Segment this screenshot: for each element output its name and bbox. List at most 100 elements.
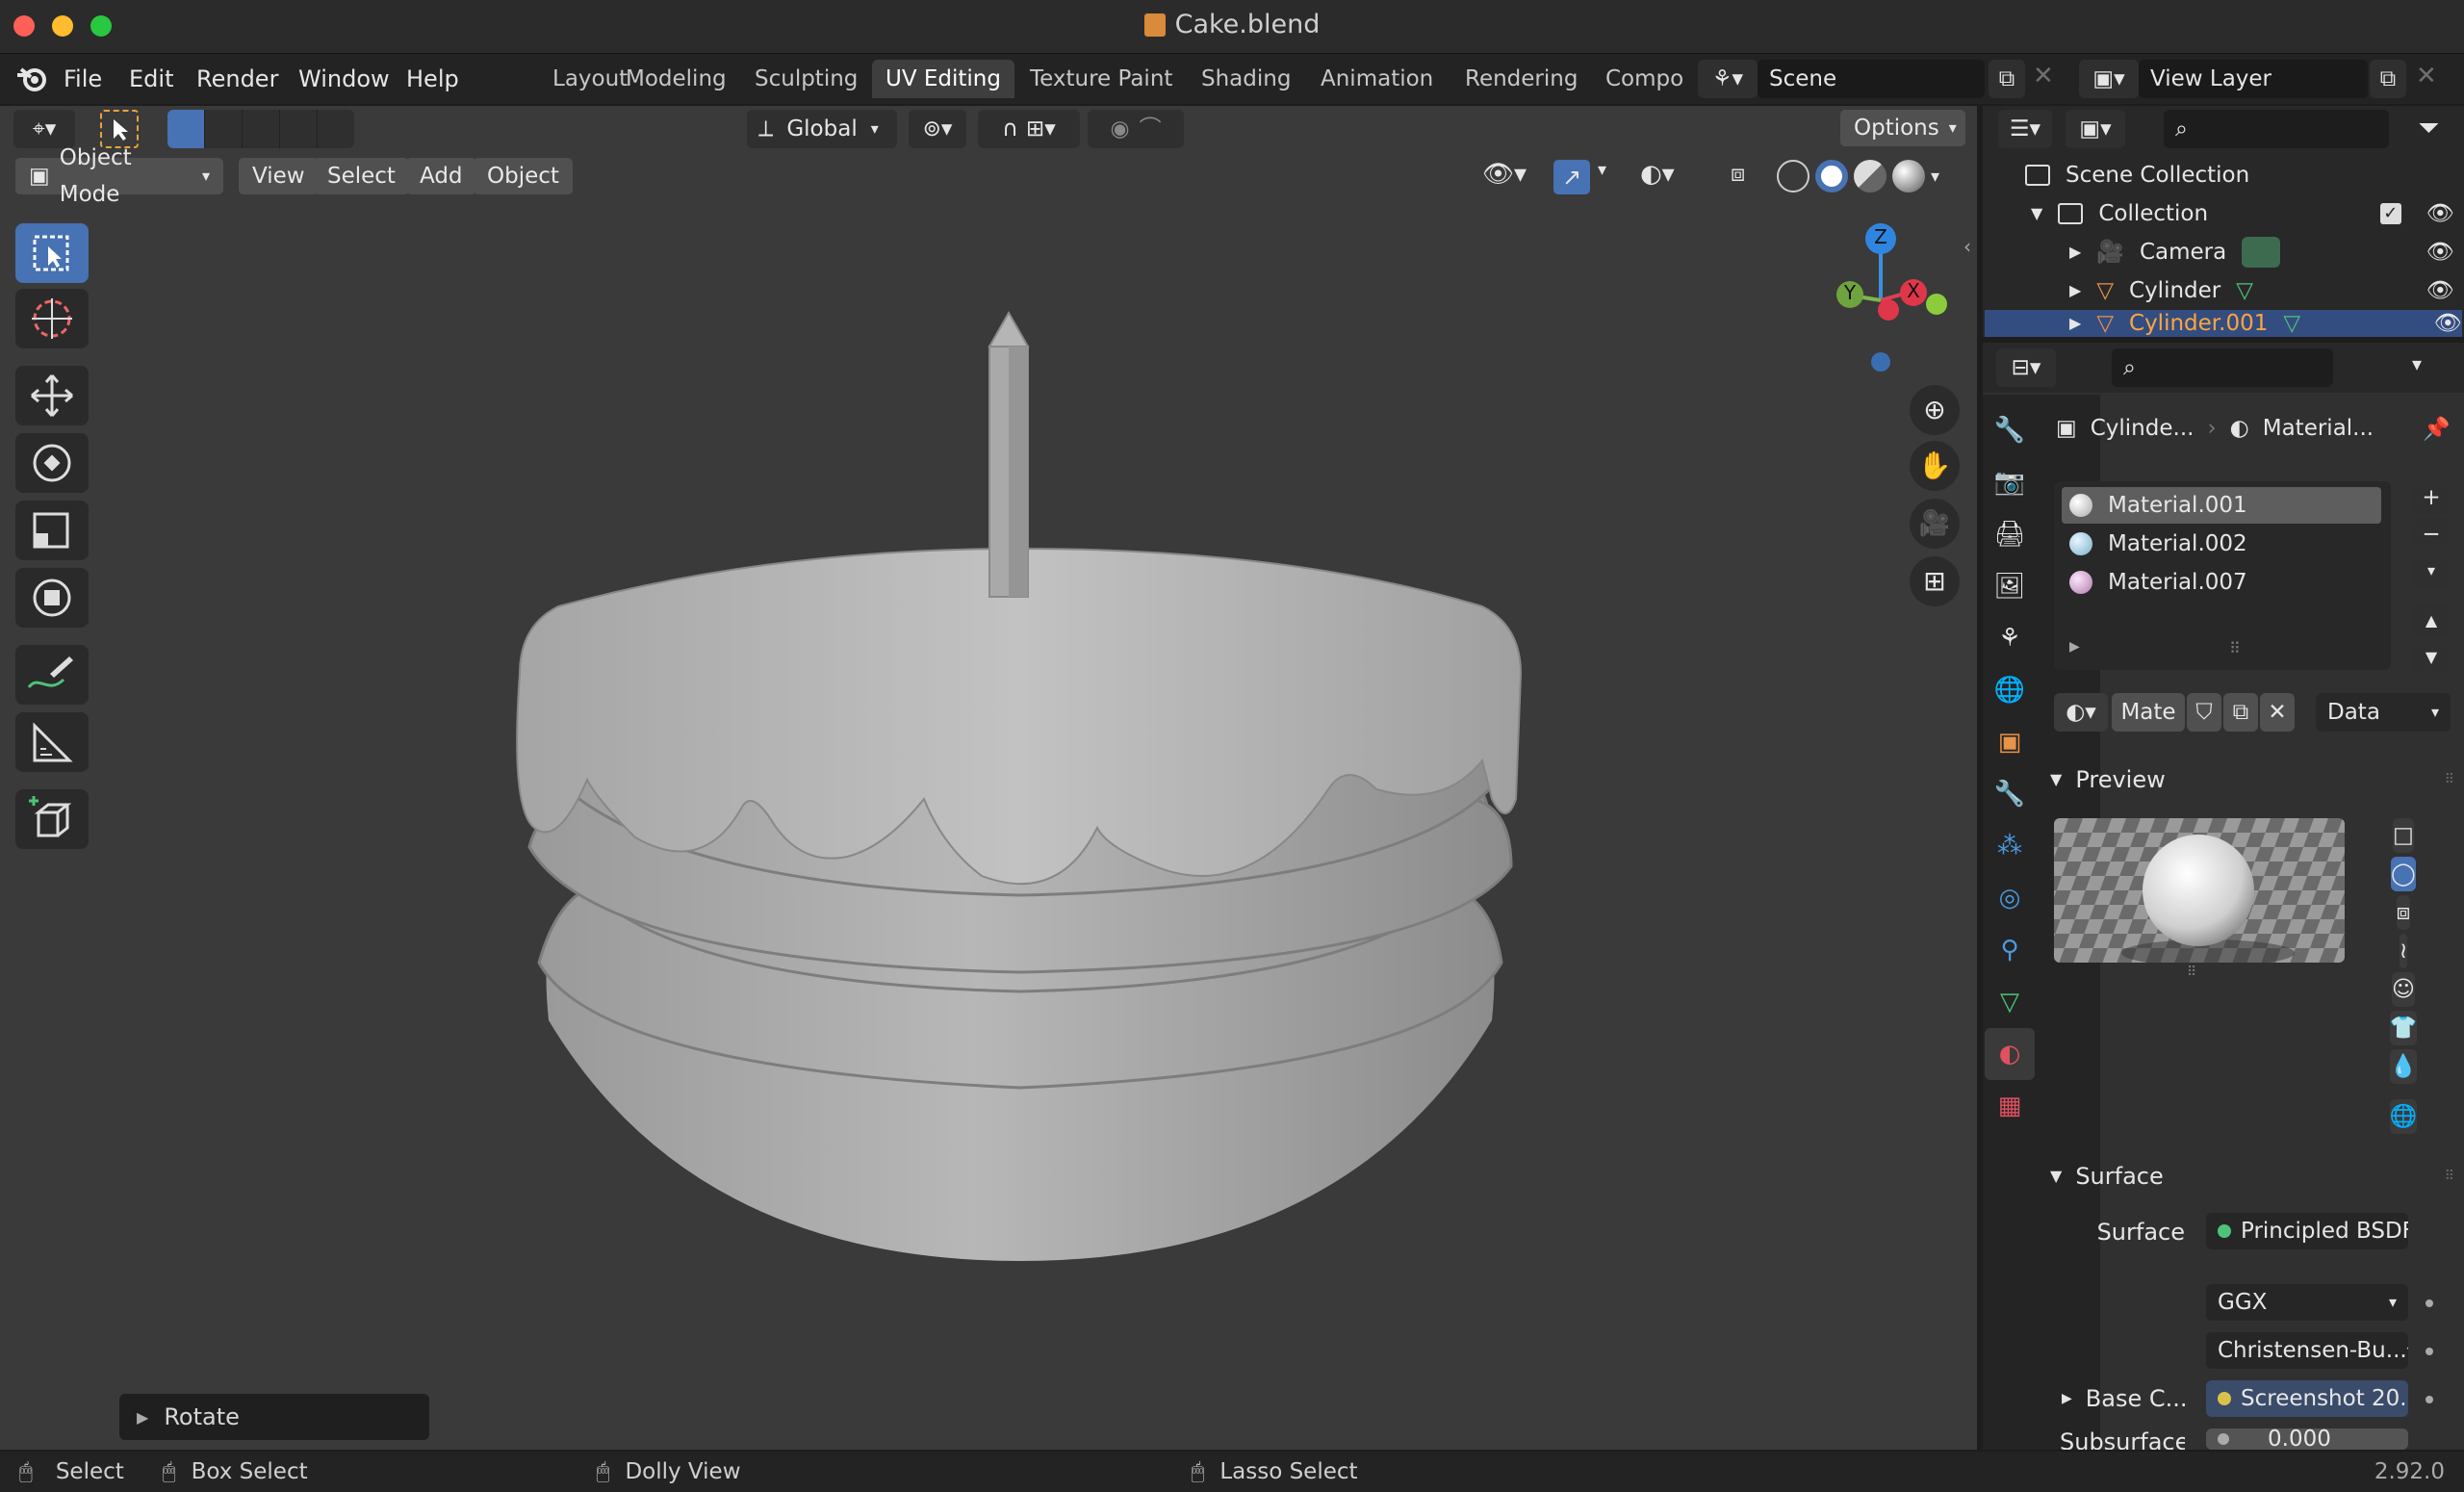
camera-view-icon[interactable]: 🎥 bbox=[1910, 499, 1960, 549]
preview-flat-icon[interactable]: □ bbox=[2393, 818, 2414, 853]
xray-toggle-icon[interactable]: ⧈ bbox=[1731, 160, 1745, 187]
last-operator-panel[interactable]: ▶ Rotate bbox=[119, 1394, 429, 1440]
move-up-icon[interactable]: ▲ bbox=[2414, 605, 2449, 637]
scene-name-field[interactable]: Scene bbox=[1758, 60, 1985, 98]
select-subtract-icon[interactable] bbox=[242, 110, 279, 148]
expand-arrow-icon[interactable]: ▶ bbox=[2069, 310, 2081, 337]
visibility-eye-icon[interactable]: 👁 bbox=[2426, 194, 2454, 233]
tool-rotate[interactable] bbox=[15, 433, 89, 493]
drag-handle-icon[interactable]: ⠿ bbox=[2445, 1155, 2454, 1197]
drag-handle-icon[interactable]: ⠿ bbox=[2445, 759, 2454, 801]
unlink-material-icon[interactable]: ✕ bbox=[2260, 693, 2295, 732]
outliner-scene-collection[interactable]: Scene Collection bbox=[2025, 156, 2249, 194]
collection-checkbox[interactable]: ✓ bbox=[2379, 203, 2401, 224]
base-color-field[interactable]: Screenshot 20... bbox=[2206, 1380, 2408, 1417]
select-invert-icon[interactable] bbox=[279, 110, 317, 148]
material-slot-item[interactable]: Material.001 bbox=[2062, 487, 2381, 524]
tab-modeling[interactable]: Modeling bbox=[612, 60, 740, 98]
fake-user-icon[interactable]: ⛉ bbox=[2187, 693, 2221, 732]
visibility-eye-icon[interactable]: 👁 bbox=[2426, 271, 2454, 310]
tab-sculpting[interactable]: Sculpting bbox=[741, 60, 871, 98]
tool-scale[interactable] bbox=[15, 501, 89, 560]
tool-move[interactable] bbox=[15, 366, 89, 425]
distribution-dropdown[interactable]: GGX ▾ bbox=[2206, 1284, 2408, 1321]
object-mode-dropdown[interactable]: ▣ Object Mode ▾ bbox=[15, 145, 223, 207]
browse-material-icon[interactable]: ◐▾ bbox=[2054, 693, 2108, 732]
base-color-row-label[interactable]: ▶ Base C... bbox=[2062, 1380, 2196, 1417]
shading-options-icon[interactable]: ▾ bbox=[1931, 167, 1939, 187]
gizmo-dropdown-icon[interactable]: ▾ bbox=[1598, 160, 1606, 180]
subsurface-method-dropdown[interactable]: Christensen-Bu... ▾ bbox=[2206, 1332, 2408, 1369]
visibility-eye-icon[interactable]: 👁 bbox=[2434, 310, 2462, 337]
falloff-icon[interactable]: ⌒ bbox=[1140, 110, 1162, 148]
delete-scene-icon[interactable]: ✕ bbox=[2033, 62, 2054, 90]
filter-icon[interactable]: ⏷ bbox=[2418, 112, 2439, 144]
render-tab-icon[interactable]: 📷 bbox=[1985, 456, 2035, 508]
rendered-shading-icon[interactable] bbox=[1892, 160, 1925, 193]
tool-tab-icon[interactable]: 🔧 bbox=[1985, 404, 2035, 456]
outliner-collection-row[interactable]: ▼ Collection ✓ 👁 bbox=[2031, 194, 2454, 233]
object-tab-icon[interactable]: ▣ bbox=[1985, 716, 2035, 768]
preview-cube-icon[interactable]: ⧈ bbox=[2396, 895, 2411, 930]
outliner-row-cylinder[interactable]: ▶ ▽ Cylinder ▽ 👁 bbox=[2069, 271, 2454, 310]
solid-shading-icon[interactable] bbox=[1815, 160, 1848, 193]
visibility-eye-icon[interactable]: 👁 bbox=[2426, 233, 2454, 271]
pin-icon[interactable]: 📌 bbox=[2423, 416, 2451, 442]
delete-view-layer-icon[interactable]: ✕ bbox=[2416, 62, 2437, 90]
view-layer-name-field[interactable]: View Layer bbox=[2139, 60, 2368, 98]
texture-tab-icon[interactable]: ▦ bbox=[1985, 1080, 2035, 1132]
socket-dot-icon[interactable] bbox=[2426, 1299, 2433, 1307]
surface-panel-header[interactable]: ▼ Surface ⠿ bbox=[2050, 1155, 2454, 1197]
outliner-display-mode-icon[interactable]: ▣▾ bbox=[2066, 110, 2125, 148]
gizmo-toggle-icon[interactable]: ↗ bbox=[1553, 160, 1590, 194]
surface-shader-field[interactable]: Principled BSDF bbox=[2206, 1213, 2408, 1249]
preview-monkey-icon[interactable]: ☺ bbox=[2392, 972, 2415, 1007]
output-tab-icon[interactable]: 🖨 bbox=[1985, 508, 2035, 560]
outliner-search-input[interactable]: ⌕ bbox=[2164, 110, 2389, 148]
preview-panel-header[interactable]: ▼ Preview ⠿ bbox=[2050, 759, 2454, 801]
constraints-tab-icon[interactable]: ⚲ bbox=[1985, 924, 2035, 976]
tool-measure[interactable] bbox=[15, 712, 89, 772]
preview-cloth-icon[interactable]: 👕 bbox=[2389, 1011, 2418, 1045]
navigation-gizmo[interactable]: Z Y X bbox=[1800, 218, 1964, 381]
scene-selector-button[interactable]: ⚘▾ bbox=[1698, 60, 1758, 98]
socket-dot-icon[interactable] bbox=[2426, 1348, 2433, 1355]
socket-dot-icon[interactable] bbox=[2426, 1396, 2433, 1403]
tab-rendering[interactable]: Rendering bbox=[1451, 60, 1591, 98]
menu-help[interactable]: Help bbox=[406, 62, 459, 96]
material-slot-item[interactable]: Material.007 bbox=[2062, 564, 2381, 601]
slot-specials-icon[interactable]: ▾ bbox=[2414, 554, 2449, 587]
tool-annotate[interactable] bbox=[15, 645, 89, 705]
menu-render[interactable]: Render bbox=[196, 62, 278, 96]
viewport-menu-object[interactable]: Object bbox=[474, 158, 573, 194]
new-view-layer-icon[interactable]: ⧉ bbox=[2370, 60, 2406, 98]
preview-sphere-icon[interactable]: ◯ bbox=[2391, 857, 2416, 891]
resize-handle-icon[interactable]: ⠿ bbox=[2187, 965, 2196, 980]
expand-arrow-icon[interactable]: ▼ bbox=[2031, 194, 2042, 233]
world-tab-icon[interactable]: 🌐 bbox=[1985, 664, 2035, 716]
menu-edit[interactable]: Edit bbox=[129, 62, 173, 96]
link-dropdown[interactable]: Data ▾ bbox=[2316, 693, 2451, 732]
overlays-icon[interactable]: ◐▾ bbox=[1640, 160, 1675, 189]
viewport-menu-view[interactable]: View bbox=[239, 158, 319, 194]
viewport-menu-select[interactable]: Select bbox=[314, 158, 409, 194]
material-name-field[interactable]: Mate bbox=[2112, 693, 2185, 732]
viewport-menu-add[interactable]: Add bbox=[406, 158, 476, 194]
select-extend-icon[interactable] bbox=[204, 110, 242, 148]
duplicate-material-icon[interactable]: ⧉ bbox=[2223, 693, 2258, 732]
tab-animation[interactable]: Animation bbox=[1307, 60, 1447, 98]
scene-tab-icon[interactable]: ⚘ bbox=[1985, 612, 2035, 664]
remove-slot-icon[interactable]: − bbox=[2414, 518, 2449, 551]
mesh-data-icon[interactable]: ▽ bbox=[2283, 310, 2300, 337]
pivot-point-icon[interactable]: ⊚▾ bbox=[909, 110, 966, 148]
options-dropdown[interactable]: Options ▾ bbox=[1840, 110, 1965, 146]
resize-handle-icon[interactable]: ⠿ bbox=[2229, 639, 2241, 657]
tab-uv-editing[interactable]: UV Editing bbox=[872, 60, 1014, 98]
tab-compositing[interactable]: Compo bbox=[1592, 60, 1698, 98]
data-tab-icon[interactable]: ▽ bbox=[1985, 976, 2035, 1028]
preview-hair-icon[interactable]: ≀ bbox=[2399, 934, 2408, 968]
preview-world-icon[interactable]: 🌐 bbox=[2389, 1099, 2418, 1134]
mesh-data-icon[interactable]: ▽ bbox=[2236, 271, 2253, 310]
menu-window[interactable]: Window bbox=[298, 62, 390, 96]
tab-texture-paint[interactable]: Texture Paint bbox=[1016, 60, 1186, 98]
